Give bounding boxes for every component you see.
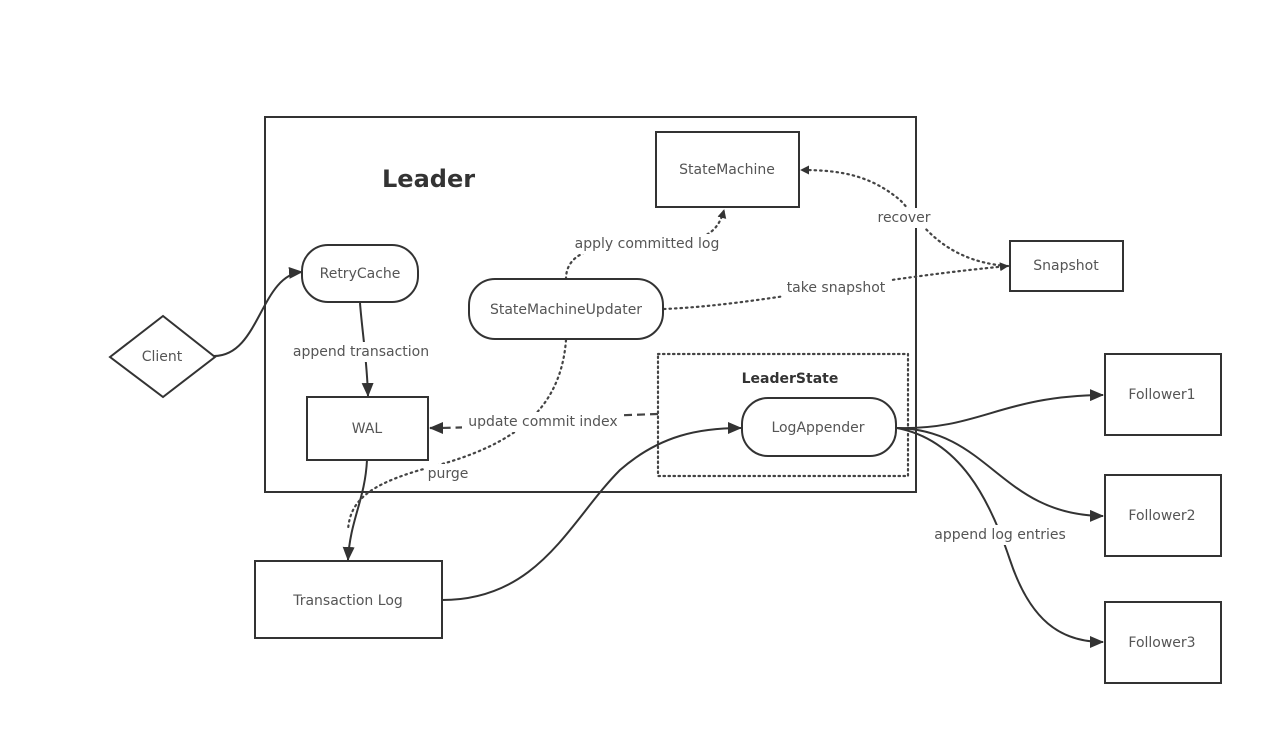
edge-label-append-transaction: append transaction xyxy=(293,344,429,360)
node-wal[interactable]: WAL xyxy=(306,396,429,461)
architecture-diagram: Leader LeaderState append transaction ap… xyxy=(108,116,1222,684)
node-client[interactable]: Client xyxy=(108,314,217,399)
node-logappender-label: LogAppender xyxy=(771,420,864,436)
edge-label-recover: recover xyxy=(878,210,931,226)
edge-label-take-snapshot: take snapshot xyxy=(787,280,886,296)
node-statemachineupdater[interactable]: StateMachineUpdater xyxy=(468,278,664,340)
edge-label-apply-committed-log: apply committed log xyxy=(575,236,720,252)
node-retrycache[interactable]: RetryCache xyxy=(301,244,419,303)
node-follower2-label: Follower2 xyxy=(1128,508,1195,524)
node-wal-label: WAL xyxy=(352,421,383,437)
edge-logappender-to-follower1 xyxy=(896,389,1104,430)
node-statemachine[interactable]: StateMachine xyxy=(655,131,800,208)
node-follower3-label: Follower3 xyxy=(1128,635,1195,651)
node-follower3[interactable]: Follower3 xyxy=(1104,601,1222,684)
leader-state-title: LeaderState xyxy=(742,371,839,387)
node-statemachine-label: StateMachine xyxy=(679,162,775,178)
edge-label-purge: purge xyxy=(428,466,469,482)
node-snapshot-label: Snapshot xyxy=(1033,258,1099,274)
node-client-label: Client xyxy=(142,349,183,365)
node-follower1[interactable]: Follower1 xyxy=(1104,353,1222,436)
node-follower1-label: Follower1 xyxy=(1128,387,1195,403)
node-statemachineupdater-label: StateMachineUpdater xyxy=(490,302,642,318)
leader-title: Leader xyxy=(382,165,475,193)
node-follower2[interactable]: Follower2 xyxy=(1104,474,1222,557)
node-retrycache-label: RetryCache xyxy=(320,266,401,282)
edge-transactionlog-to-logappender xyxy=(441,422,742,601)
edge-label-update-commit-index: update commit index xyxy=(468,414,617,430)
node-logappender[interactable]: LogAppender xyxy=(741,397,897,457)
node-transactionlog-label: Transaction Log xyxy=(292,593,403,609)
node-transactionlog[interactable]: Transaction Log xyxy=(254,560,443,639)
edge-logappender-to-follower2 xyxy=(896,427,1104,522)
node-snapshot[interactable]: Snapshot xyxy=(1009,240,1124,292)
edge-label-append-log-entries: append log entries xyxy=(934,527,1066,543)
edge-wal-to-transactionlog xyxy=(342,459,368,561)
